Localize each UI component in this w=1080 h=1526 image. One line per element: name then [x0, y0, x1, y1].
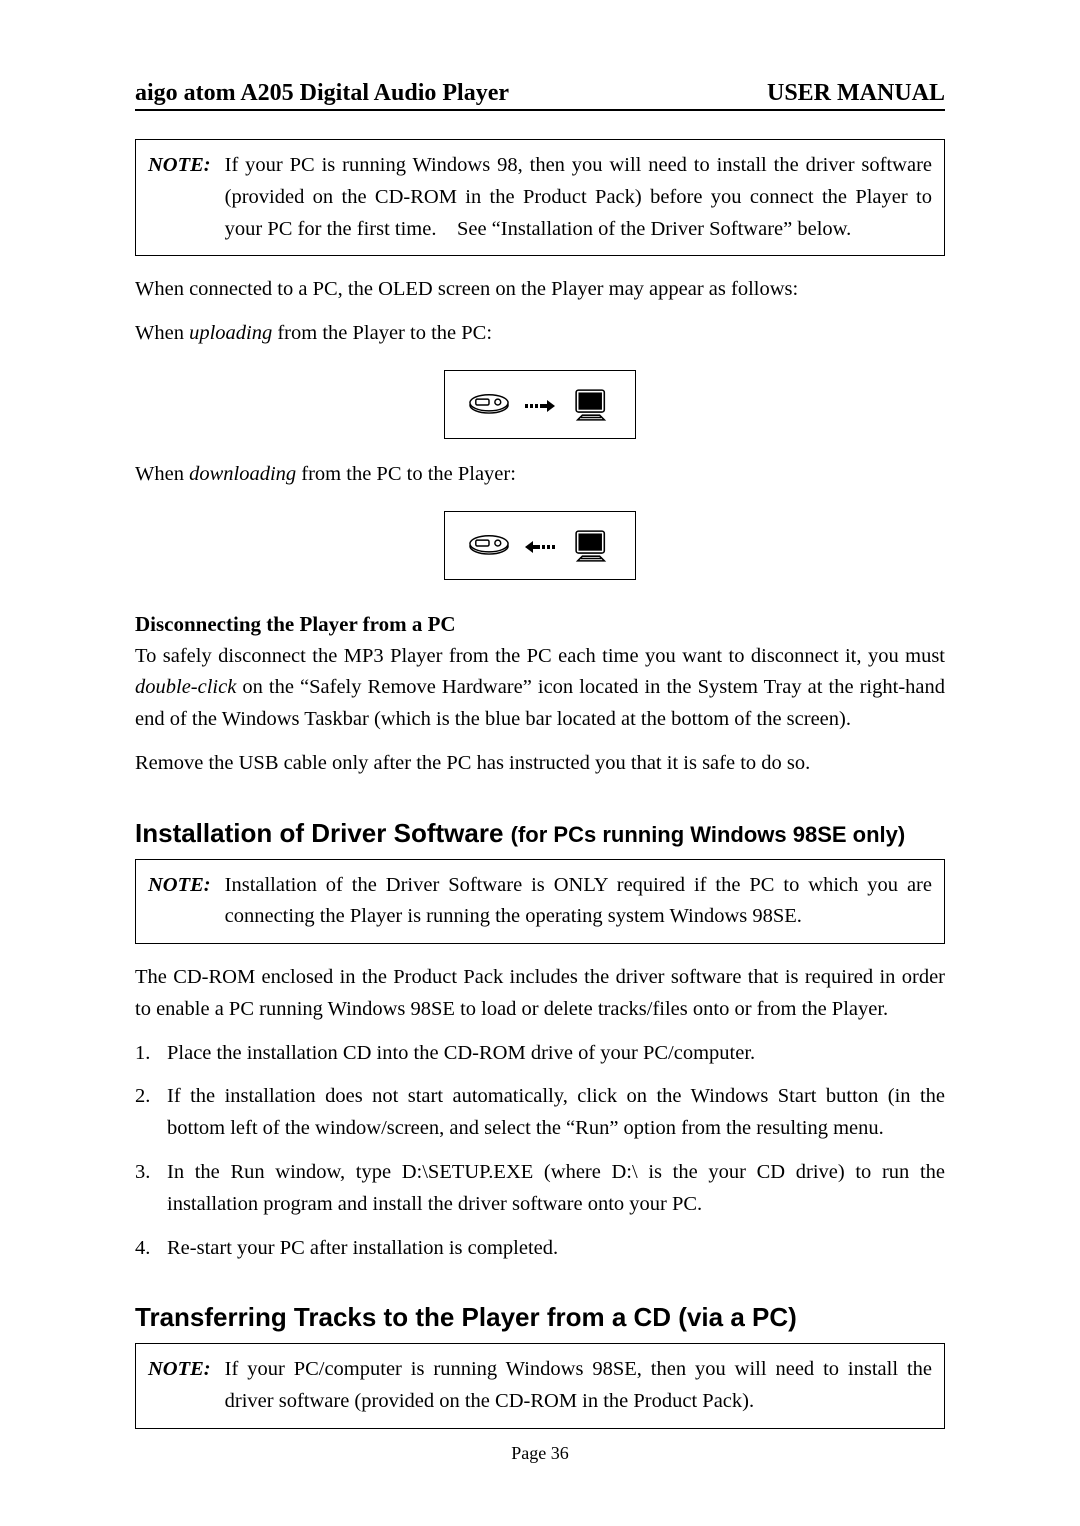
doc-type-title: USER MANUAL: [767, 80, 945, 107]
arrow-right-icon: [525, 393, 555, 421]
step-text: If the installation does not start autom…: [167, 1081, 945, 1145]
note-text: Installation of the Driver Software is O…: [225, 870, 932, 934]
oled-download-figure: [135, 511, 945, 580]
note-text: If your PC/computer is running Windows 9…: [225, 1354, 932, 1418]
note-label: NOTE:: [148, 870, 225, 934]
uploading-em: uploading: [189, 322, 272, 344]
list-item: 4.Re-start your PC after installation is…: [135, 1233, 945, 1265]
disconnect-1b: on the “Safely Remove Hardware” icon loc…: [135, 676, 945, 730]
section-heading-install: Installation of Driver Software (for PCs…: [135, 818, 945, 849]
note-text: If your PC is running Windows 98, then y…: [225, 150, 932, 245]
note-box-2: NOTE: Installation of the Driver Softwar…: [135, 859, 945, 945]
page-number: Page 36: [0, 1443, 1080, 1464]
paragraph-disconnect-2: Remove the USB cable only after the PC h…: [135, 748, 945, 780]
player-device-icon: [467, 528, 511, 569]
downloading-em: downloading: [189, 463, 296, 485]
step-number: 2.: [135, 1081, 167, 1145]
step-number: 4.: [135, 1233, 167, 1265]
install-heading-sub: (for PCs running Windows 98SE only): [511, 822, 906, 847]
arrow-left-icon: [525, 534, 555, 562]
step-text: Place the installation CD into the CD-RO…: [167, 1038, 945, 1070]
list-item: 3.In the Run window, type D:\SETUP.EXE (…: [135, 1157, 945, 1221]
paragraph-uploading: When uploading from the Player to the PC…: [135, 318, 945, 350]
step-number: 1.: [135, 1038, 167, 1070]
player-device-icon: [467, 387, 511, 428]
install-steps-list: 1.Place the installation CD into the CD-…: [135, 1038, 945, 1265]
list-item: 2.If the installation does not start aut…: [135, 1081, 945, 1145]
downloading-post: from the PC to the Player:: [296, 463, 516, 485]
computer-monitor-icon: [569, 387, 613, 428]
oled-upload-figure: [135, 370, 945, 439]
note-label: NOTE:: [148, 150, 225, 245]
section-heading-transfer: Transferring Tracks to the Player from a…: [135, 1302, 945, 1333]
product-title: aigo atom A205 Digital Audio Player: [135, 80, 509, 107]
page-header: aigo atom A205 Digital Audio Player USER…: [135, 80, 945, 111]
note-box-1: NOTE: If your PC is running Windows 98, …: [135, 139, 945, 256]
step-number: 3.: [135, 1157, 167, 1221]
computer-monitor-icon: [569, 528, 613, 569]
step-text: In the Run window, type D:\SETUP.EXE (wh…: [167, 1157, 945, 1221]
paragraph-downloading: When downloading from the PC to the Play…: [135, 459, 945, 491]
manual-page: aigo atom A205 Digital Audio Player USER…: [0, 0, 1080, 1526]
downloading-pre: When: [135, 463, 189, 485]
note-label: NOTE:: [148, 1354, 225, 1418]
install-heading-main: Installation of Driver Software: [135, 818, 511, 848]
subheading-disconnect: Disconnecting the Player from a PC: [135, 612, 945, 637]
uploading-post: from the Player to the PC:: [272, 322, 492, 344]
paragraph-disconnect-1: To safely disconnect the MP3 Player from…: [135, 641, 945, 736]
paragraph-install-intro: The CD-ROM enclosed in the Product Pack …: [135, 962, 945, 1026]
step-text: Re-start your PC after installation is c…: [167, 1233, 945, 1265]
disconnect-1a: To safely disconnect the MP3 Player from…: [135, 645, 945, 667]
list-item: 1.Place the installation CD into the CD-…: [135, 1038, 945, 1070]
uploading-pre: When: [135, 322, 189, 344]
disconnect-1-em: double-click: [135, 676, 236, 698]
paragraph-connected: When connected to a PC, the OLED screen …: [135, 274, 945, 306]
note-box-3: NOTE: If your PC/computer is running Win…: [135, 1343, 945, 1429]
